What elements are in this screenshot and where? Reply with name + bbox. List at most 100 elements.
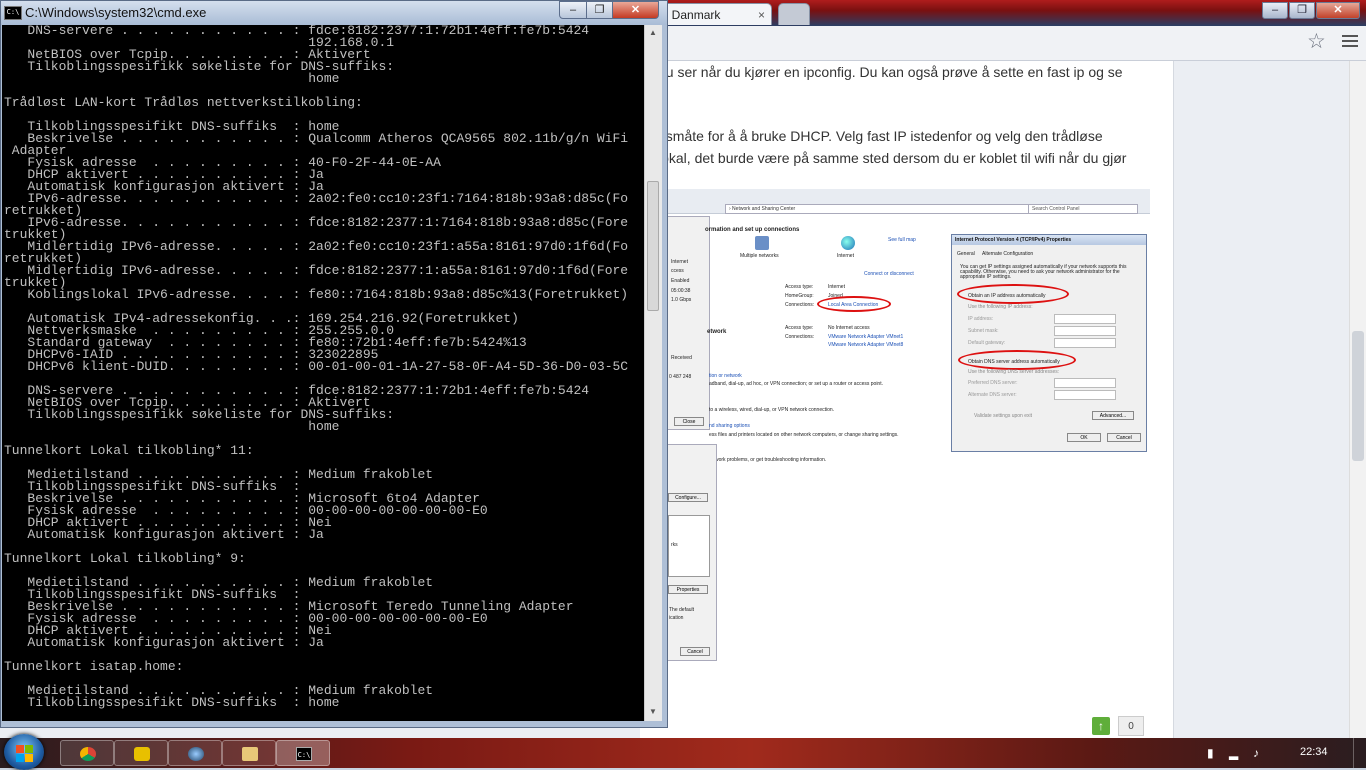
scroll-up-icon[interactable]: ▲: [649, 28, 657, 37]
cancel-button: Cancel: [680, 647, 710, 656]
advanced-button: Advanced...: [1092, 411, 1134, 420]
explorer-search: Search Control Panel: [1028, 204, 1138, 214]
side-bytes: 0 487 248: [669, 374, 692, 380]
validate-checkbox: Validate settings upon exit: [974, 413, 1033, 419]
system-tray: ▮ ▂ ♪: [1195, 738, 1366, 768]
connect-disconnect: Connect or disconnect: [864, 271, 914, 277]
page-scrollbar[interactable]: [1349, 61, 1366, 738]
side-received: Received: [671, 355, 692, 361]
battery-icon[interactable]: ▮: [1207, 746, 1219, 760]
cancel-button: Cancel: [1107, 433, 1141, 442]
cmd-minimize-button[interactable]: –: [559, 1, 587, 19]
cmd-scrollbar-thumb[interactable]: [647, 181, 659, 311]
signal-icon[interactable]: ▂: [1229, 746, 1241, 760]
folder-icon: [242, 747, 258, 761]
status-dialog-fragment: Internet ccess Enabled 05:00:38 1.0 Gbps…: [665, 216, 710, 430]
access-type-label-2: Access type:: [785, 325, 814, 331]
use-following-ip: Use the following IP address:: [968, 304, 1033, 310]
multiple-networks-icon: [755, 236, 769, 250]
side-line: Enabled: [671, 278, 690, 284]
task2: to a wireless, wired, dial-up, or VPN ne…: [709, 407, 835, 413]
taskbar-media[interactable]: [168, 740, 222, 766]
ip-address-label: IP address:: [968, 316, 994, 322]
post-line-3: lokal, det burde være på samme sted ders…: [658, 150, 1127, 166]
cmd-close-button[interactable]: ✕: [612, 1, 659, 19]
ipv4-title: Internet Protocol Version 4 (TCP/IPv4) P…: [952, 235, 1146, 245]
cmd-scrollbar[interactable]: ▲ ▼: [644, 25, 662, 721]
menu-icon[interactable]: [1342, 33, 1358, 49]
tab-alternate: Alternate Configuration: [982, 251, 1034, 257]
show-desktop-button[interactable]: [1353, 738, 1366, 768]
cmd-icon: C:\: [296, 747, 312, 761]
configure-button: Configure...: [668, 493, 708, 502]
highlight-ring: [957, 284, 1069, 304]
properties-button: Properties: [668, 585, 708, 594]
gateway-field: [1054, 338, 1116, 348]
cmd-icon: C:\: [4, 6, 22, 20]
taskbar-cmd[interactable]: C:\: [276, 740, 330, 766]
cmd-titlebar[interactable]: C:\ C:\Windows\system32\cmd.exe – ❐ ✕: [1, 1, 667, 25]
ipv4-intro: You can get IP settings assigned automat…: [960, 264, 1127, 280]
new-tab-button[interactable]: [778, 3, 810, 25]
alternate-dns-label: Alternate DNS server:: [968, 392, 1017, 398]
connections-label: Connections:: [785, 302, 815, 308]
chrome-icon: [80, 747, 96, 761]
console-output[interactable]: DNS-servere . . . . . . . . . . . : fdce…: [2, 25, 644, 721]
preferred-dns-label: Preferred DNS server:: [968, 380, 1018, 386]
side-line: ccess: [671, 268, 684, 274]
nsc-heading: ormation and set up connections: [705, 227, 800, 233]
vote-count: 0: [1118, 716, 1144, 736]
subnet-field: [1054, 326, 1116, 336]
post-line-1: du ser når du kjører en ipconfig. Du kan…: [658, 64, 1123, 80]
side-line: 1.0 Gbps: [671, 297, 692, 303]
ok-button: OK: [1067, 433, 1101, 442]
taskbar-explorer[interactable]: [222, 740, 276, 766]
task1: tion or network: [709, 373, 742, 379]
network-label: etwork: [707, 329, 727, 335]
media-icon: [188, 747, 204, 761]
node-multiple: Multiple networks: [740, 253, 779, 259]
browser-minimize-button[interactable]: –: [1262, 2, 1288, 19]
subnet-label: Subnet mask:: [968, 328, 999, 334]
volume-icon[interactable]: ♪: [1253, 746, 1265, 760]
vmnet8-link: VMware Network Adapter VMnet8: [828, 342, 904, 348]
task4: work problems, or get troubleshooting in…: [715, 457, 827, 463]
cmd-maximize-button[interactable]: ❐: [586, 1, 613, 19]
cmd-window: C:\ C:\Windows\system32\cmd.exe – ❐ ✕ DN…: [0, 0, 668, 728]
connections-label-2: Connections:: [785, 334, 815, 340]
ipv4-properties-dialog: Internet Protocol Version 4 (TCP/IPv4) P…: [951, 234, 1147, 452]
upvote-icon[interactable]: ↑: [1092, 717, 1110, 735]
page-scrollbar-thumb[interactable]: [1352, 331, 1364, 461]
browser-close-button[interactable]: ✕: [1316, 2, 1360, 19]
start-button[interactable]: [4, 734, 44, 770]
highlight-ring: [958, 350, 1076, 370]
task3: nd sharing options: [709, 423, 750, 429]
scroll-down-icon[interactable]: ▼: [649, 707, 657, 716]
see-full-map: See full map: [888, 237, 916, 243]
node-internet: Internet: [837, 253, 854, 259]
preferred-dns-field: [1054, 378, 1116, 388]
clock[interactable]: 22:34: [1300, 746, 1328, 758]
console-text: DNS-servere . . . . . . . . . . . : fdce…: [4, 25, 629, 710]
cmd-title: C:\Windows\system32\cmd.exe: [25, 5, 207, 20]
side2-default: The default: [669, 607, 695, 613]
vmnet1-link: VMware Network Adapter VMnet1: [828, 334, 904, 340]
access-type-value-2: No Internet access: [828, 325, 870, 331]
component-list: rks: [668, 515, 710, 577]
side-line: Internet: [671, 259, 688, 265]
post-line-2: gsmåte for å å bruke DHCP. Velg fast IP …: [658, 128, 1103, 144]
browser-maximize-button[interactable]: ❐: [1289, 2, 1315, 19]
app-icon: [134, 747, 150, 761]
taskbar-app[interactable]: [114, 740, 168, 766]
side-line: 05:00:38: [671, 288, 691, 294]
taskbar-chrome[interactable]: [60, 740, 114, 766]
access-type-value: Internet: [828, 284, 845, 290]
tab-close-icon[interactable]: ×: [758, 4, 765, 25]
homegroup-label: HomeGroup:: [785, 293, 814, 299]
tab-general: General: [957, 251, 975, 257]
task3b: ess files and printers located on other …: [709, 432, 899, 438]
highlight-ring: [817, 296, 891, 312]
bookmark-star-icon[interactable]: ☆: [1307, 31, 1326, 53]
access-type-label: Access type:: [785, 284, 814, 290]
globe-icon: [841, 236, 855, 250]
